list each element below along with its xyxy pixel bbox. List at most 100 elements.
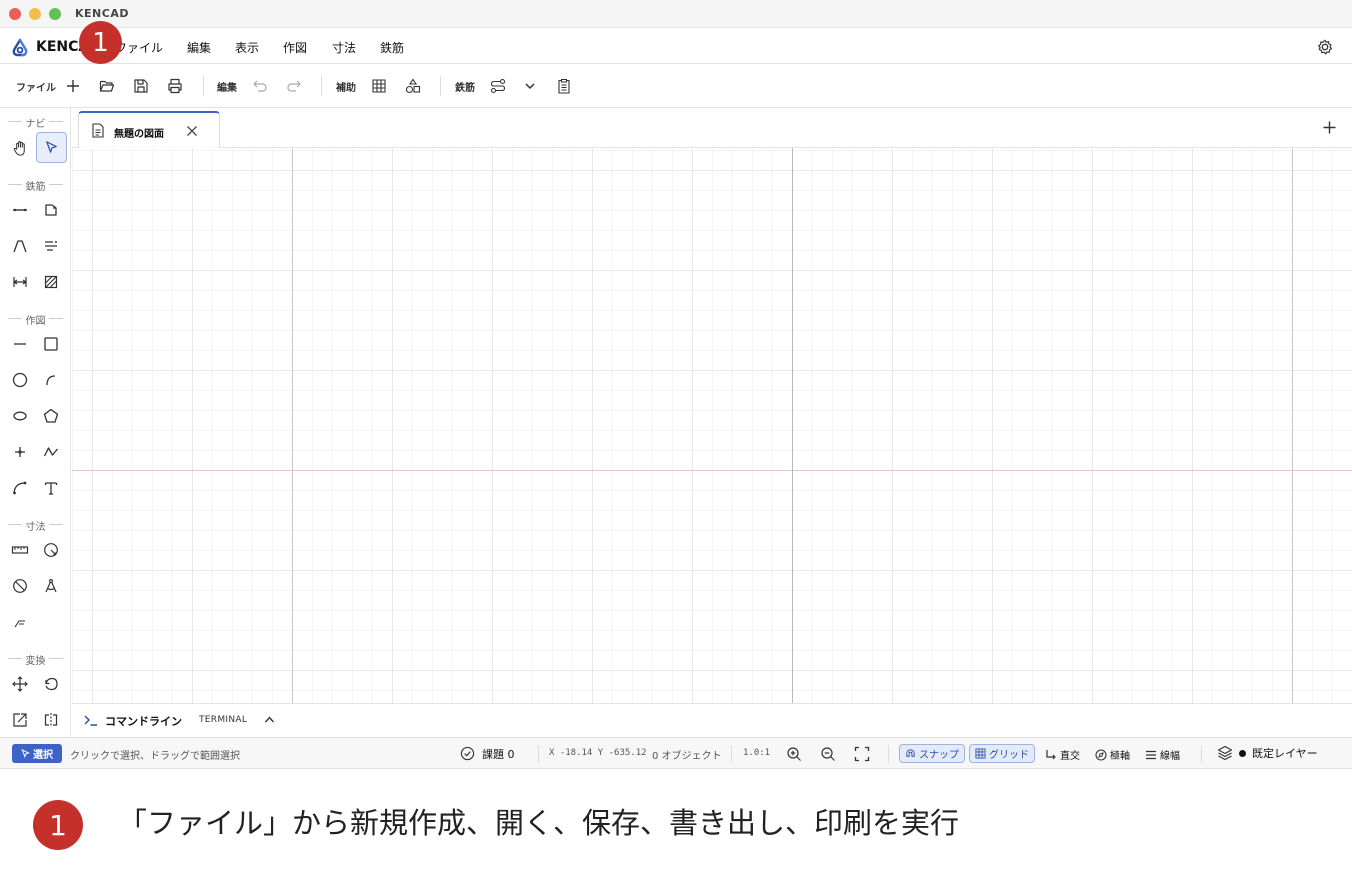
rebar-bend-tool[interactable] (5, 231, 35, 261)
rebar-distribution-tool[interactable] (36, 231, 66, 261)
rectangle-icon (44, 337, 58, 351)
polygon-tool[interactable] (36, 401, 66, 431)
shapes-button[interactable] (402, 75, 424, 97)
issues-count[interactable]: 課題 0 (482, 746, 515, 762)
save-button[interactable] (130, 75, 152, 97)
chevron-up-icon[interactable] (264, 715, 275, 724)
rebar-hatch-tool[interactable] (36, 267, 66, 297)
polyline-tool[interactable] (36, 437, 66, 467)
polar-toggle[interactable]: 極軸 (1095, 747, 1130, 762)
rectangle-tool[interactable] (36, 329, 66, 359)
rebar-schedule-button[interactable] (553, 75, 575, 97)
grid-toggle-button[interactable] (368, 75, 390, 97)
rebar-straight-tool[interactable] (5, 195, 35, 225)
circle-tool[interactable] (5, 365, 35, 395)
callout-marker-number: 1 (92, 27, 109, 58)
print-button[interactable] (164, 75, 186, 97)
close-icon[interactable] (186, 125, 198, 137)
annotation-caption: 「ファイル」から新規作成、開く、保存、書き出し、印刷を実行 (118, 806, 960, 840)
polyline-icon (43, 447, 58, 457)
point-plus-icon (15, 447, 25, 457)
document-tab-bar: 無題の図面 (72, 108, 1352, 148)
mirror-tool[interactable] (36, 705, 66, 735)
menu-rebar[interactable]: 鉄筋 (380, 39, 404, 56)
pan-tool-button[interactable] (5, 133, 35, 163)
object-count: 0 オブジェクト (652, 751, 722, 762)
menu-bar: KENCAD ファイル 編集 表示 作図 寸法 鉄筋 (0, 28, 1352, 64)
zoom-out-icon[interactable] (820, 746, 836, 762)
linear-dimension-tool[interactable] (5, 535, 35, 565)
scale-ratio: 1.0:1 (743, 748, 771, 758)
hatch-icon (44, 275, 58, 289)
ortho-arrow-icon (1046, 749, 1056, 759)
cursor-arrow-icon (21, 749, 30, 758)
diameter-dimension-tool[interactable] (5, 571, 35, 601)
zoom-window-button[interactable] (49, 8, 61, 20)
undo-button[interactable] (249, 75, 271, 97)
status-divider (731, 745, 732, 763)
status-divider (538, 745, 539, 763)
fit-screen-icon[interactable] (854, 746, 870, 762)
ellipse-icon (13, 411, 27, 421)
new-tab-plus-icon[interactable] (1323, 121, 1336, 134)
point-tool[interactable] (5, 437, 35, 467)
menu-edit[interactable]: 編集 (187, 39, 211, 56)
snap-toggle[interactable]: スナップ (899, 744, 965, 763)
gear-icon[interactable] (1316, 38, 1334, 56)
grid-toggle[interactable]: グリッド (969, 744, 1035, 763)
zoom-in-icon[interactable] (786, 746, 802, 762)
polar-compass-icon (1095, 748, 1107, 761)
move-tool[interactable] (5, 669, 35, 699)
grid-icon (975, 748, 986, 759)
ortho-toggle[interactable]: 直交 (1045, 747, 1080, 762)
minimize-window-button[interactable] (29, 8, 41, 20)
grid-label: グリッド (989, 750, 1029, 761)
kencad-logo-icon (12, 38, 28, 57)
rebar-settings-button[interactable] (487, 75, 509, 97)
spacing-icon (12, 277, 28, 287)
line-tool[interactable] (5, 329, 35, 359)
mode-badge[interactable]: 選択 (12, 744, 62, 763)
toolbar-divider (203, 76, 204, 96)
text-t-icon (44, 482, 58, 495)
palette-section-draw: 作図 (0, 312, 71, 327)
redo-button[interactable] (283, 75, 305, 97)
rebar-stirrup-tool[interactable] (36, 195, 66, 225)
ellipse-tool[interactable] (5, 401, 35, 431)
drawing-canvas[interactable] (72, 148, 1352, 703)
lineweight-toggle[interactable]: 線幅 (1145, 747, 1180, 762)
hint-text: クリックで選択、ドラッグで範囲選択 (70, 751, 240, 762)
rebar-bent-icon (13, 240, 27, 253)
menu-file[interactable]: ファイル (115, 39, 163, 56)
menu-dimension[interactable]: 寸法 (332, 39, 356, 56)
close-window-button[interactable] (9, 8, 21, 20)
rebar-spacing-tool[interactable] (5, 267, 35, 297)
clipboard-list-icon (558, 78, 570, 94)
select-tool-button[interactable] (36, 132, 67, 163)
leader-icon (14, 620, 25, 628)
scale-icon (13, 713, 27, 727)
spline-tool[interactable] (5, 473, 35, 503)
rotate-tool[interactable] (36, 669, 66, 699)
menu-draw[interactable]: 作図 (283, 39, 307, 56)
circle-icon (12, 372, 28, 388)
hand-icon (13, 140, 25, 156)
rebar-dropdown-button[interactable] (519, 75, 541, 97)
layer-selector[interactable]: 既定レイヤー (1217, 745, 1318, 761)
status-divider (1201, 745, 1202, 763)
ruler-icon (11, 546, 29, 554)
cursor-arrow-icon (46, 141, 57, 153)
ortho-label: 直交 (1060, 751, 1080, 762)
shapes-icon (405, 78, 421, 94)
leader-tool[interactable] (5, 607, 35, 637)
text-tool[interactable] (36, 473, 66, 503)
scale-tool[interactable] (5, 705, 35, 735)
menu-view[interactable]: 表示 (235, 39, 259, 56)
new-file-button[interactable] (62, 75, 84, 97)
angle-dimension-tool[interactable] (36, 571, 66, 601)
open-file-button[interactable] (96, 75, 118, 97)
move-arrows-icon (12, 676, 28, 692)
radius-dimension-tool[interactable] (36, 535, 66, 565)
document-tab[interactable]: 無題の図面 (78, 111, 220, 148)
arc-tool[interactable] (36, 365, 66, 395)
